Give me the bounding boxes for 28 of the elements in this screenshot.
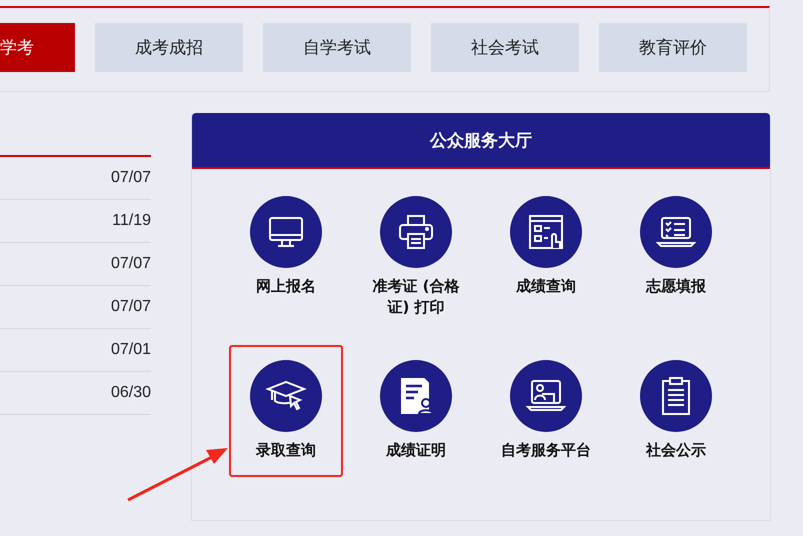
service-label: 志愿填报 [646,276,706,297]
service-item[interactable]: 网上报名 [229,181,343,331]
nav-tab[interactable]: 教育评价 [599,23,747,72]
news-date: 11/19 [112,212,151,230]
news-date: 07/07 [110,298,151,316]
service-label: 成绩证明 [386,440,446,461]
news-date: 07/07 [110,169,151,187]
news-date: 07/01 [110,341,151,359]
service-label: 网上报名 [256,276,316,297]
service-item[interactable]: 成绩证明 [359,345,473,477]
service-item[interactable]: 成绩查询 [489,181,603,331]
service-label: 自考服务平台 [501,440,591,461]
news-date: 07/07 [110,255,151,273]
news-date: 06/30 [110,384,151,402]
panel-title: 公众服务大厅 [430,130,532,152]
service-item[interactable]: 志愿填报 [619,181,733,331]
nav-tab[interactable]: 社会考试 [431,23,579,72]
service-item[interactable]: 社会公示 [619,345,733,477]
service-item[interactable]: 录取查询 [229,345,343,477]
service-label: 准考证 (合格证) 打印 [371,276,461,318]
service-label: 社会公示 [646,440,706,461]
nav-tab[interactable]: 自学考试 [263,23,411,72]
service-item[interactable]: 准考证 (合格证) 打印 [359,181,473,331]
service-label: 录取查询 [256,440,316,461]
nav-tab[interactable]: 成考成招 [95,23,243,72]
service-item[interactable]: 自考服务平台 [489,345,603,477]
service-label: 成绩查询 [516,276,576,297]
nav-tab[interactable]: 学考 [0,23,75,72]
